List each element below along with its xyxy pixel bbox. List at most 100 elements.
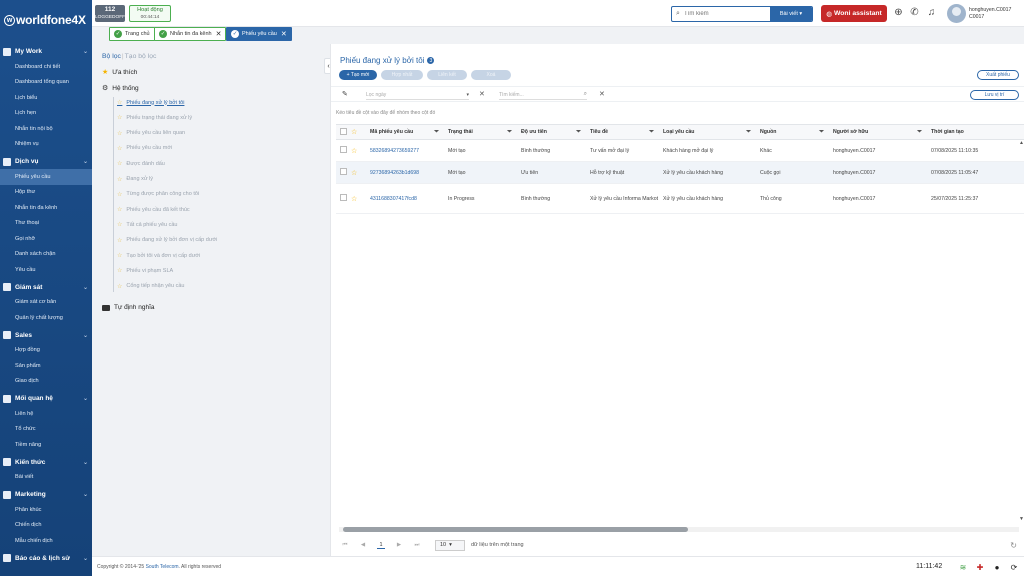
star-icon[interactable]: ☆ [117, 160, 122, 167]
system-filter-item[interactable]: ☆ Phiếu yêu cầu mới [117, 145, 172, 152]
sidebar-group[interactable]: Giám sát ⌄ [0, 280, 92, 295]
system-filter-item[interactable]: ☆ Từng được phân công cho tôi [117, 191, 199, 198]
col-title[interactable]: Tiêu đề ⏷ [586, 124, 659, 140]
close-icon[interactable]: ✕ [281, 30, 287, 38]
sidebar-group[interactable]: Marketing ⌄ [0, 487, 92, 502]
col-ticket-id[interactable]: Mã phiếu yêu cầu ⏷ [366, 124, 444, 140]
sidebar-item[interactable]: Bài viết [0, 470, 92, 486]
sidebar-item[interactable]: Lịch biểu [0, 90, 92, 106]
create-filter-tab[interactable]: Tạo bộ lọc [125, 53, 157, 60]
star-icon[interactable]: ☆ [117, 221, 122, 228]
sidebar-group[interactable]: Mối quan hệ ⌄ [0, 391, 92, 406]
sync-icon[interactable]: ⟳ [1009, 562, 1019, 572]
clear-date-icon[interactable]: ✕ [479, 90, 485, 98]
system-filter-item[interactable]: ☆ Phiếu đang xử lý bởi đơn vị cấp dưới [117, 237, 217, 244]
woni-assistant-button[interactable]: ◍ Woni assistant [821, 5, 887, 22]
sidebar-item[interactable]: Tiềm năng [0, 437, 92, 453]
scroll-down-icon[interactable]: ▼ [1019, 516, 1024, 522]
next-page-button[interactable]: ▶ [395, 542, 403, 548]
col-status[interactable]: Trạng thái ⏷ [444, 124, 517, 140]
global-search-input[interactable] [684, 7, 770, 21]
save-position-button[interactable]: Lưu vị trí [970, 90, 1019, 100]
app-logo[interactable]: w worldfone4X [0, 0, 92, 40]
star-icon[interactable]: ☆ [117, 237, 122, 244]
sidebar-item[interactable]: Hợp đồng [0, 343, 92, 359]
sidebar-item[interactable]: Danh sách chặn [0, 247, 92, 263]
col-owner[interactable]: Người sở hữu ⏷ [829, 124, 927, 140]
star-icon[interactable]: ☆ [117, 99, 122, 106]
system-filter-item[interactable]: ☆ Tất cả phiếu yêu cầu [117, 221, 177, 229]
sidebar-group[interactable]: Sales ⌄ [0, 328, 92, 343]
sidebar-item[interactable]: Giao dịch [0, 374, 92, 390]
cell-id[interactable]: 92736894263b1d698 [366, 161, 444, 184]
tab-tickets[interactable]: ✓ Phiếu yêu cầu ✕ [226, 27, 292, 41]
sidebar-item[interactable]: Hộp thư [0, 185, 92, 201]
cell-id[interactable]: 4311688307417fcd8 [366, 183, 444, 214]
sidebar-item[interactable]: Nhắn tin đa kênh [0, 200, 92, 216]
star-icon[interactable]: ☆ [117, 130, 122, 137]
page-size-select[interactable]: 10 ▾ [435, 539, 465, 551]
clear-search-icon[interactable]: ✕ [599, 90, 605, 98]
sidebar-item[interactable]: Yêu cầu [0, 262, 92, 278]
favorites-group[interactable]: ★ Ưa thích [102, 68, 137, 77]
row-star[interactable]: ☆ [347, 161, 366, 184]
star-icon[interactable]: ☆ [117, 206, 122, 213]
current-page[interactable]: 1 [377, 542, 385, 549]
user-info[interactable]: honghuyen.C0017 C0017 [969, 7, 1011, 21]
system-filter-item[interactable]: ☆ Đang xử lý [117, 176, 153, 183]
table-row[interactable]: ☆ 58326894273659277 Mới tạo Bình thường Tư v… [336, 139, 1024, 162]
last-page-button[interactable]: ⏭ [413, 542, 421, 549]
star-icon[interactable]: ☆ [117, 191, 122, 198]
sidebar-item[interactable]: Dashboard tổng quan [0, 75, 92, 91]
system-filter-item[interactable]: ☆ Được đánh dấu [117, 160, 165, 168]
tab-home[interactable]: ✓ Trang chủ [109, 27, 155, 41]
tab-multichannel[interactable]: ✓ Nhắn tin đa kênh ✕ [154, 27, 227, 41]
activity-status[interactable]: Hoạt động 00:44:14 [129, 5, 171, 22]
system-filter-item[interactable]: ☆ Phiếu yêu cầu liên quan [117, 130, 185, 137]
system-filter-item[interactable]: ☆ Phiếu vi phạm SLA [117, 267, 173, 275]
sidebar-item[interactable]: Phân khúc [0, 502, 92, 518]
star-icon[interactable]: ☆ [117, 145, 122, 152]
export-button[interactable]: Xuất phiếu [977, 70, 1019, 80]
table-row[interactable]: ☆ 4311688307417fcd8 In Progress Bình thường… [336, 183, 1024, 214]
col-type[interactable]: Loại yêu cầu ⏷ [659, 124, 756, 140]
cell-id[interactable]: 58326894273659277 [366, 139, 444, 162]
star-icon[interactable]: ☆ [117, 252, 122, 259]
sidebar-item[interactable]: Nhắn tin nội bộ [0, 121, 92, 137]
star-icon[interactable]: ☆ [117, 176, 122, 183]
scroll-thumb[interactable] [343, 527, 688, 532]
brand-link[interactable]: South Telecom [146, 564, 179, 570]
ticket-search[interactable]: Tìm kiếm... ⌕ [499, 90, 587, 100]
sidebar-group[interactable]: Dịch vụ ⌄ [0, 154, 92, 169]
system-filter-item[interactable]: ☆ Tạo bởi tôi và đơn vị cấp dưới [117, 252, 200, 260]
sidebar-item[interactable]: Chiến dịch [0, 518, 92, 534]
create-button[interactable]: + Tạo mới [339, 70, 377, 80]
sidebar-item[interactable]: Lịch hẹn [0, 106, 92, 122]
pencil-icon[interactable]: ✎ [342, 90, 348, 98]
sidebar-item[interactable]: Gọi nhỡ [0, 231, 92, 247]
delete-button[interactable]: Xoá [471, 70, 511, 80]
prev-page-button[interactable]: ◀ [359, 542, 367, 548]
refresh-icon[interactable]: ↻ [1010, 541, 1017, 550]
row-star[interactable]: ☆ [347, 183, 366, 214]
custom-group[interactable]: Tự định nghĩa [102, 304, 155, 311]
system-filter-item[interactable]: ☆ Phiếu đang xử lý bởi tôi [117, 99, 184, 107]
horizontal-scrollbar[interactable] [339, 527, 1019, 532]
star-icon[interactable]: ☆ [117, 267, 122, 274]
row-checkbox[interactable] [336, 161, 347, 184]
row-checkbox[interactable] [336, 183, 347, 214]
sidebar-group[interactable]: Báo cáo & lịch sử ⌄ [0, 551, 92, 566]
record-icon[interactable]: ● [992, 562, 1002, 572]
sidebar-group[interactable]: My Work ⌄ [0, 44, 92, 59]
system-group[interactable]: ⚙ Hệ thống [102, 84, 139, 93]
extension-box[interactable]: 112 LOGGEDOFF [95, 5, 125, 22]
bell-icon[interactable]: ♫ [926, 7, 937, 18]
system-filter-item[interactable]: ☆ Phiếu trạng thái đang xử lý [117, 114, 192, 122]
sidebar-item[interactable]: Nhiệm vụ [0, 137, 92, 153]
star-icon[interactable]: ☆ [117, 283, 122, 290]
col-source[interactable]: Nguồn ⏷ [756, 124, 829, 140]
merge-button[interactable]: Hợp nhất [381, 70, 423, 80]
sidebar-item[interactable]: Phiếu yêu cầu [0, 169, 92, 185]
col-created[interactable]: Thời gian tạo [927, 124, 1024, 140]
avatar[interactable] [947, 4, 966, 23]
